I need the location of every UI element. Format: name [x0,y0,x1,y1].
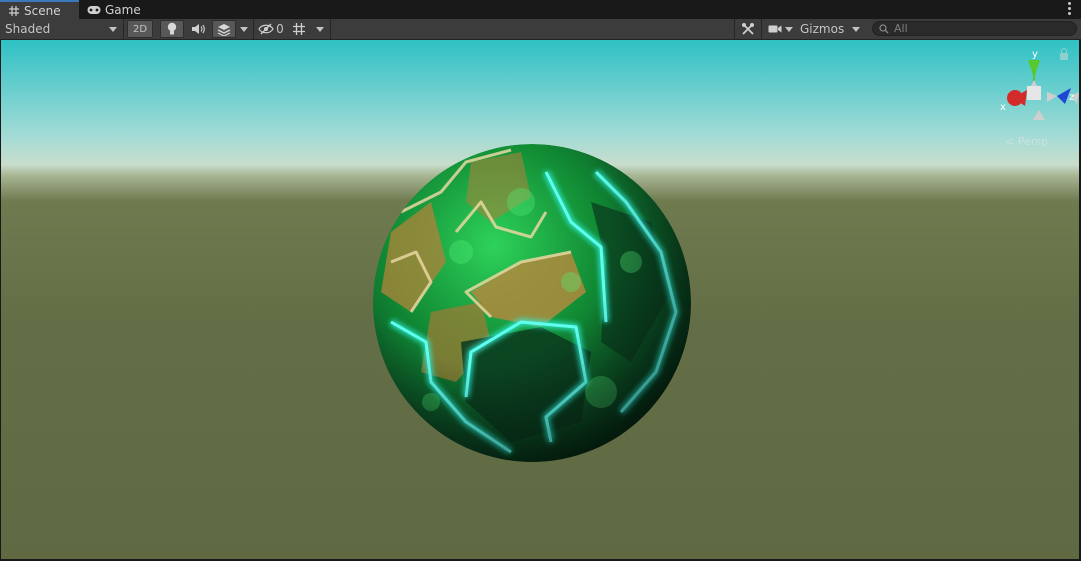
layers-icon [217,23,231,36]
tools-icon [742,23,754,35]
projection-arrow-icon: < [1005,135,1015,148]
tab-bar: Scene Game [0,0,1081,20]
divider [734,19,735,39]
draw-mode-dropdown[interactable]: Shaded [0,19,123,39]
chevron-down-icon [852,26,860,32]
scene-visibility-button[interactable]: 0 [256,19,286,39]
eye-slash-icon [258,23,274,35]
tools-button[interactable] [737,19,759,39]
grid-icon [293,23,305,35]
grid-toggle-button[interactable] [289,19,309,39]
gizmos-button[interactable]: Gizmos [796,19,848,39]
gizmo-y-label: y [1032,49,1038,60]
grid-dropdown[interactable] [313,19,327,39]
divider [253,19,254,39]
scene-toolbar: Shaded 2D 0 Gizmos All [0,19,1081,40]
gizmos-label: Gizmos [800,22,845,36]
lightbulb-icon [167,22,177,35]
more-options-icon[interactable] [1068,2,1071,16]
gizmo-center-cube[interactable] [1027,86,1041,100]
speaker-icon [192,24,205,34]
search-placeholder: All [894,22,908,35]
chevron-down-icon [784,26,793,32]
gizmo-y-cone[interactable] [1028,60,1040,78]
lock-icon[interactable] [1060,48,1068,60]
projection-text: Persp [1017,135,1048,148]
effects-dropdown[interactable] [237,19,251,39]
tab-scene-label: Scene [24,3,61,18]
tab-game[interactable]: Game [79,0,149,19]
gizmo-z-label: z [1069,92,1074,103]
chevron-down-icon [316,26,324,32]
toggle-2d-label: 2D [132,23,148,35]
sphere-object[interactable] [371,142,693,464]
toggle-2d-button[interactable]: 2D [127,20,153,38]
divider [123,19,124,39]
projection-label[interactable]: < Persp [1005,135,1048,148]
tab-scene[interactable]: Scene [0,0,79,19]
gizmos-dropdown[interactable] [848,19,864,39]
scene-grid-icon [9,5,19,16]
chevron-down-icon [109,26,117,32]
effects-toggle-button[interactable] [212,20,236,38]
hidden-count: 0 [276,22,284,36]
search-field[interactable]: All [872,21,1077,36]
camera-icon [768,25,781,33]
gamepad-icon [87,5,101,14]
divider [761,19,762,39]
scene-viewport[interactable]: y x z < Persp [1,40,1079,559]
divider [330,19,331,39]
scene-camera-dropdown[interactable] [764,19,796,39]
chevron-down-icon [240,26,248,32]
draw-mode-value: Shaded [5,22,51,36]
lighting-toggle-button[interactable] [160,20,184,38]
tab-game-label: Game [105,2,141,17]
search-icon [879,23,889,33]
gizmo-x-label: x [1000,102,1006,113]
audio-toggle-button[interactable] [186,19,210,39]
